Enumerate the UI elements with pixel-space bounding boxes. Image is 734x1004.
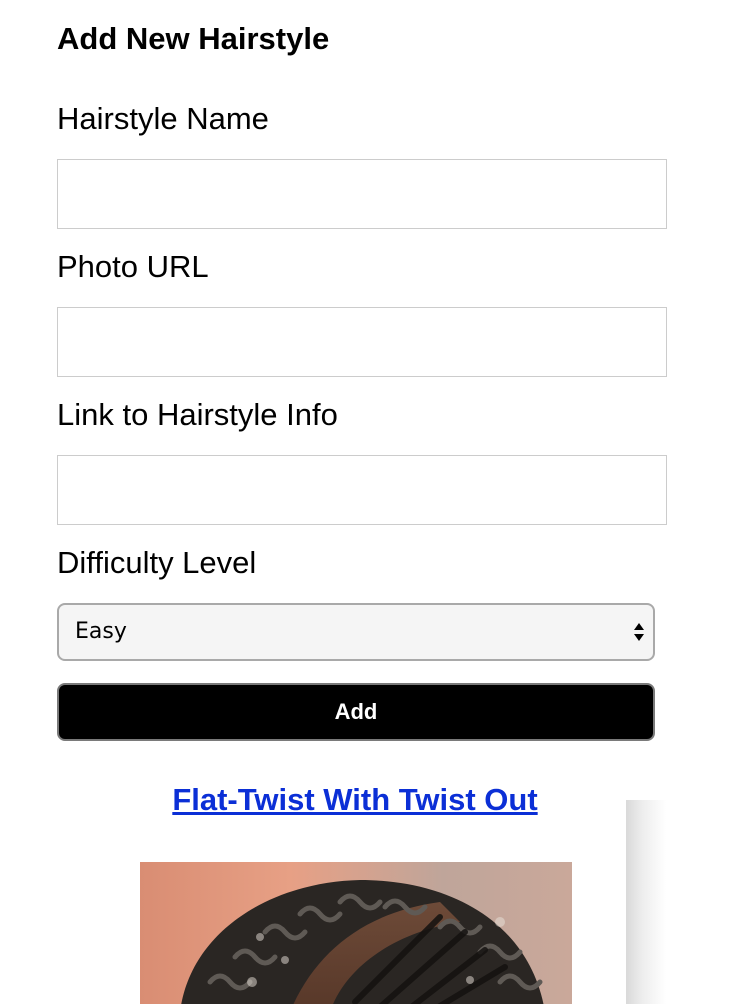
hairstyle-card: Flat-Twist With Twist Out — [84, 770, 626, 1004]
photo-url-input[interactable] — [57, 307, 667, 377]
hairstyle-photo — [140, 862, 572, 1004]
add-button[interactable]: Add — [57, 683, 655, 741]
hairstyle-card-title-link[interactable]: Flat-Twist With Twist Out — [84, 780, 626, 820]
difficulty-level-select[interactable]: Easy — [57, 603, 655, 661]
hairstyle-photo-illustration — [140, 862, 572, 1004]
hairstyle-info-link-input[interactable] — [57, 455, 667, 525]
difficulty-level-label: Difficulty Level — [57, 545, 257, 580]
hairstyle-name-input[interactable] — [57, 159, 667, 229]
card-shadow — [626, 800, 666, 1004]
hairstyle-name-label: Hairstyle Name — [57, 101, 269, 136]
form-title: Add New Hairstyle — [57, 21, 330, 56]
page: Add New Hairstyle Hairstyle Name Photo U… — [0, 0, 734, 1004]
photo-url-label: Photo URL — [57, 249, 209, 284]
select-arrows-icon — [634, 623, 644, 641]
hairstyle-info-link-label: Link to Hairstyle Info — [57, 397, 338, 432]
difficulty-selected-value: Easy — [75, 619, 127, 644]
